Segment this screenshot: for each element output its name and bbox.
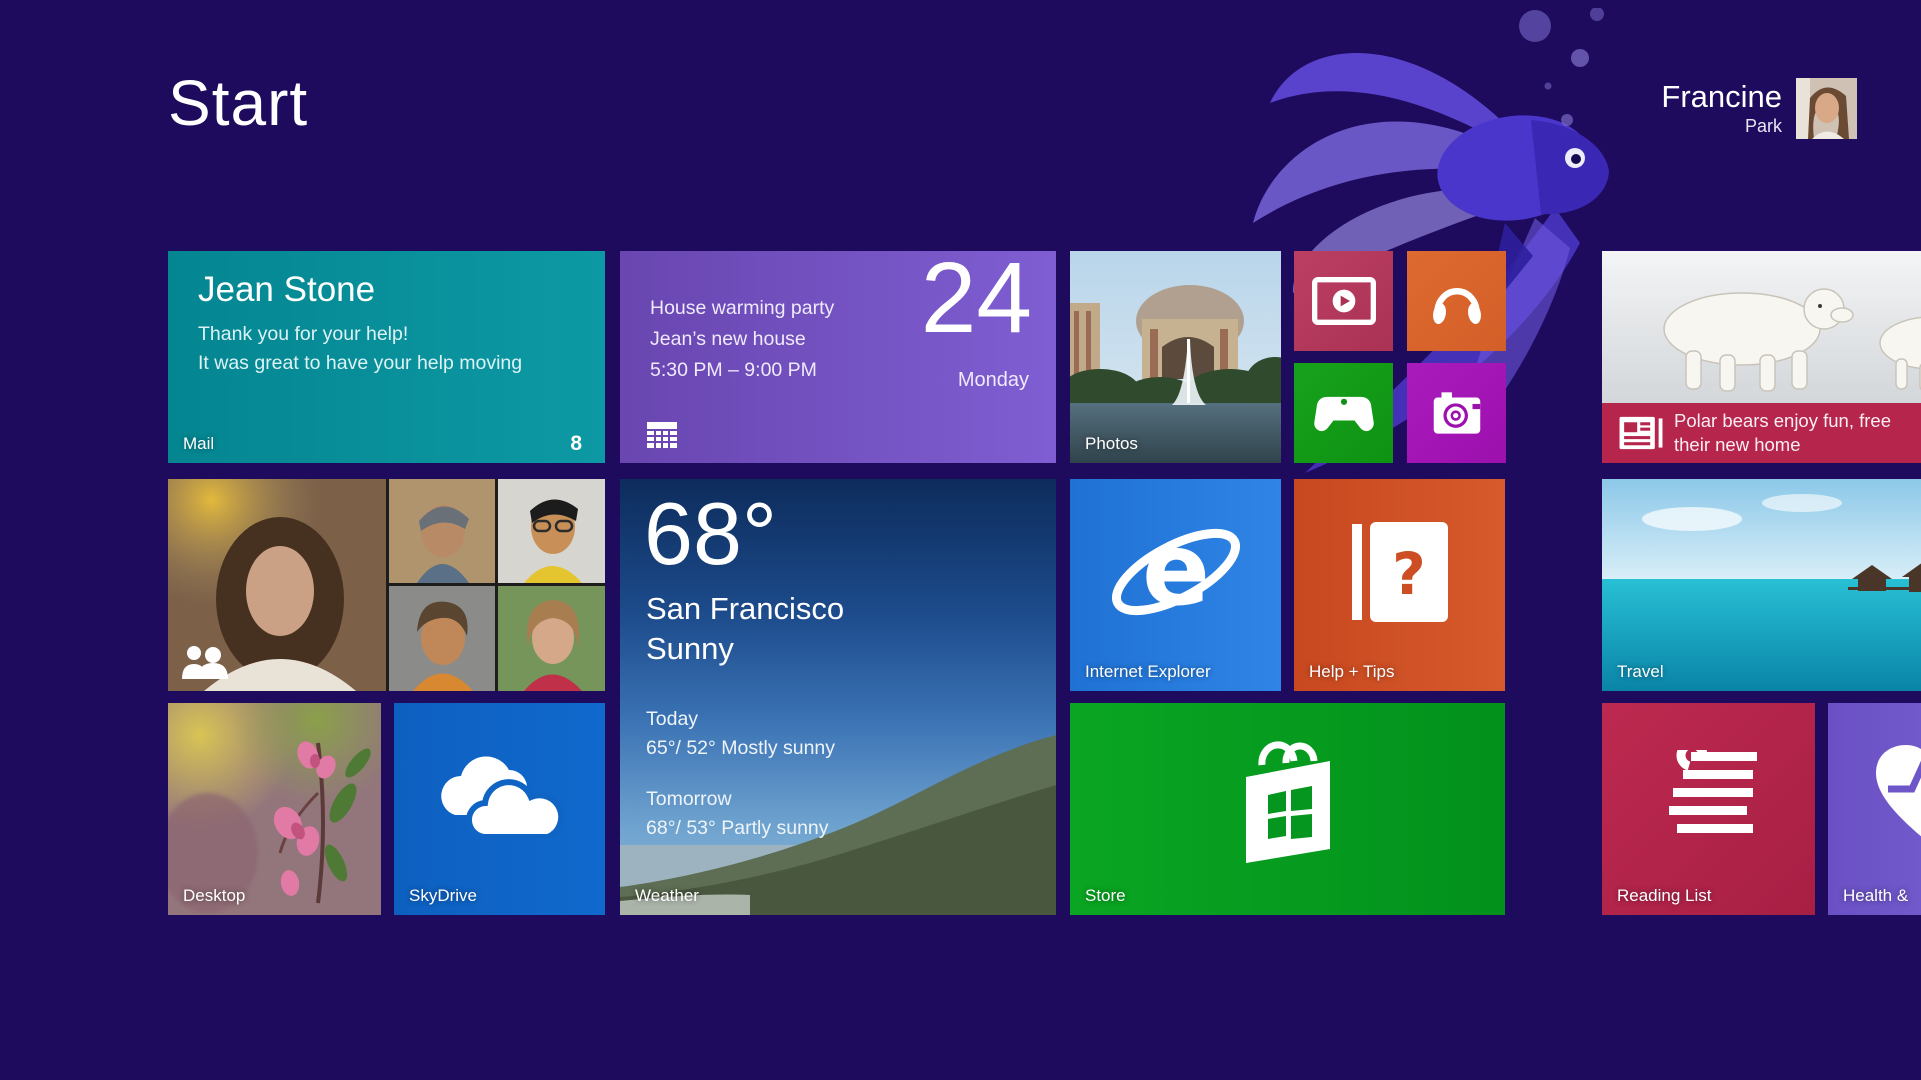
bubble [1571, 49, 1589, 67]
tile-health-fitness[interactable]: Health & [1828, 703, 1921, 915]
reading-list-icon [1659, 750, 1759, 842]
tile-games[interactable] [1294, 363, 1393, 463]
user-name: Francine Park [1661, 78, 1782, 138]
tile-video[interactable] [1294, 251, 1393, 351]
calendar-event-location: Jean’s new house [650, 324, 834, 355]
xbox-controller-icon [1313, 389, 1375, 437]
store-label: Store [1085, 886, 1126, 906]
calendar-date-number: 24 [921, 251, 1032, 353]
mail-sender: Jean Stone [198, 270, 375, 310]
weather-today: Today 65°/ 52° Mostly sunny [646, 705, 835, 763]
tile-calendar[interactable]: House warming party Jean’s new house 5:3… [620, 251, 1056, 463]
calendar-event-time: 5:30 PM – 9:00 PM [650, 355, 834, 386]
weather-label: Weather [635, 886, 699, 906]
news-headline-bar: Polar bears enjoy fun, free their new ho… [1602, 403, 1921, 463]
avatar-portrait [1796, 78, 1857, 139]
tile-people[interactable] [168, 479, 605, 691]
mail-label: Mail [183, 434, 214, 454]
desktop-label: Desktop [183, 886, 245, 906]
bubble [1519, 10, 1551, 42]
news-headline-line2: their new home [1674, 433, 1891, 457]
page-title: Start [168, 66, 308, 140]
headphones-icon [1429, 273, 1485, 329]
tile-desktop[interactable]: Desktop [168, 703, 381, 915]
travel-label: Travel [1617, 662, 1664, 682]
weather-condition: Sunny [646, 631, 734, 667]
help-book-icon: ? [1352, 522, 1448, 622]
weather-tomorrow-forecast: 68°/ 53° Partly sunny [646, 814, 829, 843]
travel-beach-photo [1602, 479, 1921, 691]
health-fitness-label: Health & [1843, 886, 1908, 906]
skydrive-clouds-icon [435, 753, 565, 839]
news-photo-polar-bears [1602, 251, 1921, 403]
people-photo-2 [389, 479, 495, 583]
mail-preview-line1: Thank you for your help! [198, 323, 408, 346]
people-icon [182, 645, 228, 679]
reading-list-label: Reading List [1617, 886, 1712, 906]
calendar-icon [647, 420, 677, 448]
tile-photos[interactable]: Photos [1070, 251, 1281, 463]
calendar-date-day: Monday [958, 369, 1029, 392]
camera-icon [1426, 389, 1488, 437]
photos-label: Photos [1085, 434, 1138, 454]
tile-music[interactable] [1407, 251, 1506, 351]
people-photo-4 [389, 586, 495, 691]
news-headline-line1: Polar bears enjoy fun, free [1674, 409, 1891, 433]
tile-camera[interactable] [1407, 363, 1506, 463]
skydrive-label: SkyDrive [409, 886, 477, 906]
news-headline: Polar bears enjoy fun, free their new ho… [1674, 409, 1891, 457]
weather-today-forecast: 65°/ 52° Mostly sunny [646, 734, 835, 763]
help-tips-label: Help + Tips [1309, 662, 1395, 682]
tile-mail[interactable]: Jean Stone Thank you for your help! It w… [168, 251, 605, 463]
calendar-event: House warming party Jean’s new house 5:3… [650, 293, 834, 386]
internet-explorer-label: Internet Explorer [1085, 662, 1211, 682]
photos-thumbnail [1070, 251, 1281, 463]
people-photo-5 [498, 586, 605, 691]
svg-text:e: e [1142, 511, 1210, 628]
weather-tomorrow-label: Tomorrow [646, 785, 829, 814]
user-account-button[interactable]: Francine Park [1661, 78, 1857, 139]
tile-internet-explorer[interactable]: e Internet Explorer [1070, 479, 1281, 691]
calendar-event-title: House warming party [650, 293, 834, 324]
tile-news[interactable]: Polar bears enjoy fun, free their new ho… [1602, 251, 1921, 463]
health-heart-icon [1874, 743, 1921, 849]
weather-city: San Francisco [646, 591, 844, 627]
user-last-name: Park [1661, 114, 1782, 138]
people-photo-3 [498, 479, 605, 583]
bubble [1545, 83, 1552, 90]
desktop-wallpaper-thumbnail [168, 703, 381, 915]
start-screen: Start Francine Park Jean Stone Thank you… [0, 0, 1921, 1080]
store-bag-icon [1224, 725, 1352, 867]
mail-preview-line2: It was great to have your help moving [198, 352, 522, 375]
bubble [1590, 8, 1604, 21]
video-icon [1312, 275, 1376, 327]
tile-weather[interactable]: 68° San Francisco Sunny Today 65°/ 52° M… [620, 479, 1056, 915]
tile-reading-list[interactable]: Reading List [1602, 703, 1815, 915]
news-icon [1618, 414, 1664, 452]
svg-text:?: ? [1392, 540, 1426, 608]
weather-today-label: Today [646, 705, 835, 734]
user-first-name: Francine [1661, 80, 1782, 114]
internet-explorer-icon: e [1101, 508, 1251, 636]
tile-help-tips[interactable]: ? Help + Tips [1294, 479, 1505, 691]
weather-temperature: 68° [644, 479, 777, 589]
tile-travel[interactable]: Travel [1602, 479, 1921, 691]
mail-unread-badge: 8 [570, 432, 582, 456]
tile-store[interactable]: Store [1070, 703, 1505, 915]
tile-skydrive[interactable]: SkyDrive [394, 703, 605, 915]
user-avatar[interactable] [1796, 78, 1857, 139]
bubble [1561, 114, 1573, 126]
weather-tomorrow: Tomorrow 68°/ 53° Partly sunny [646, 785, 829, 843]
